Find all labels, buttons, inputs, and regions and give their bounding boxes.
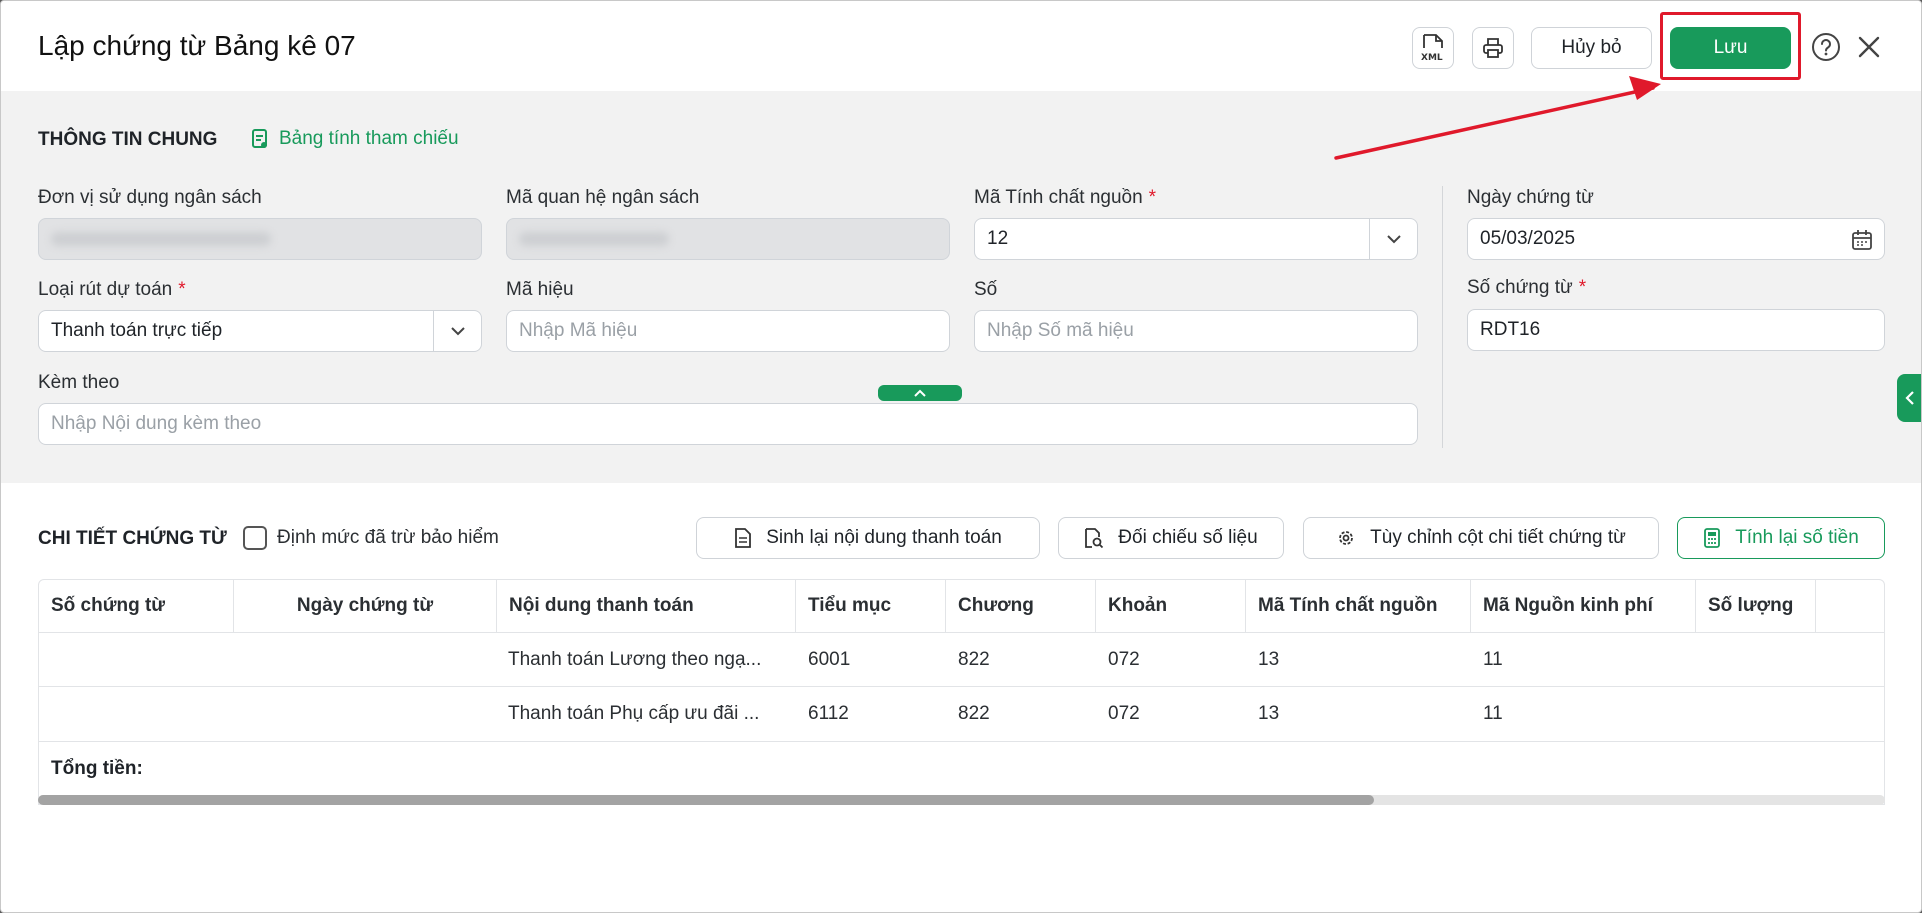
document-search-icon xyxy=(1085,528,1104,549)
insurance-deducted-option[interactable]: Định mức đã trừ bảo hiểm xyxy=(243,526,499,550)
table-row[interactable]: Thanh toán Phụ cấp ưu đãi ... 6112 822 0… xyxy=(39,687,1884,742)
regenerate-content-button[interactable]: Sinh lại nội dung thanh toán xyxy=(696,517,1040,559)
label-budget-unit: Đơn vị sử dụng ngân sách xyxy=(38,187,262,208)
attachment-input[interactable]: Nhập Nội dung kèm theo xyxy=(38,403,1418,445)
source-nature-dropdown-toggle[interactable] xyxy=(1369,219,1417,259)
source-nature-code-select[interactable]: 12 xyxy=(974,218,1418,260)
label-source-nature-code: Mã Tính chất nguồn * xyxy=(974,187,1157,208)
reference-sheet-label: Bảng tính tham chiếu xyxy=(279,128,459,149)
column-header[interactable]: Tiểu mục xyxy=(796,580,946,632)
regenerate-content-label: Sinh lại nội dung thanh toán xyxy=(766,527,1002,548)
table-cell: Thanh toán Lương theo ngạ... xyxy=(508,649,762,670)
column-header[interactable]: Mã Tính chất nguồn xyxy=(1246,580,1471,632)
voucher-date-input[interactable]: 05/03/2025 xyxy=(1467,218,1885,260)
dialog: Lập chứng từ Bảng kê 07 XML Hủy bỏ Lưu T… xyxy=(0,0,1922,913)
voucher-number-input[interactable]: RDT16 xyxy=(1467,309,1885,351)
withdrawal-type-dropdown-toggle[interactable] xyxy=(433,311,481,351)
table-cell: 072 xyxy=(1108,649,1140,670)
compare-data-button[interactable]: Đối chiếu số liệu xyxy=(1058,517,1284,559)
column-header[interactable]: Mã Nguồn kinh phí xyxy=(1471,580,1696,632)
table-cell: 11 xyxy=(1483,649,1503,670)
table-cell: 822 xyxy=(958,703,990,724)
withdrawal-type-value: Thanh toán trực tiếp xyxy=(51,320,223,341)
attachment-placeholder: Nhập Nội dung kèm theo xyxy=(51,413,262,434)
budget-relation-code-field xyxy=(506,218,950,260)
label-withdrawal-type: Loại rút dự toán * xyxy=(38,279,186,300)
column-header[interactable]: Số chứng từ xyxy=(39,580,234,632)
collapse-section-toggle[interactable] xyxy=(878,385,962,401)
insurance-deducted-checkbox[interactable] xyxy=(243,526,267,550)
table-cell xyxy=(1696,633,1816,687)
side-panel-toggle[interactable] xyxy=(1897,374,1921,422)
customize-columns-label: Tùy chỉnh cột chi tiết chứng từ xyxy=(1370,527,1626,548)
scrollbar-thumb[interactable] xyxy=(38,795,1374,805)
help-icon[interactable] xyxy=(1811,32,1841,62)
redacted-value xyxy=(519,232,669,246)
label-number: Số xyxy=(974,279,998,300)
label-voucher-number: Số chứng từ * xyxy=(1467,277,1587,298)
chevron-up-icon xyxy=(914,389,926,397)
table-cell xyxy=(234,633,496,687)
chevron-down-icon xyxy=(450,327,465,336)
table-cell: 072 xyxy=(1108,703,1140,724)
column-header[interactable]: Chương xyxy=(946,580,1096,632)
label-voucher-date: Ngày chứng từ xyxy=(1467,187,1594,208)
table-cell: 6112 xyxy=(808,703,849,724)
compare-data-label: Đối chiếu số liệu xyxy=(1118,527,1258,548)
voucher-detail-table: Số chứng từ Ngày chứng từ Nội dung thanh… xyxy=(38,579,1885,805)
voucher-date-value: 05/03/2025 xyxy=(1480,228,1576,249)
recalculate-amount-label: Tính lại số tiền xyxy=(1735,527,1859,548)
reference-sheet-icon xyxy=(252,129,267,148)
table-cell xyxy=(39,633,234,687)
detail-section-title: CHI TIẾT CHỨNG TỪ xyxy=(38,528,227,549)
chevron-left-icon xyxy=(1905,391,1914,405)
insurance-deducted-label: Định mức đã trừ bảo hiểm xyxy=(277,527,499,548)
table-cell: 6001 xyxy=(808,649,851,670)
gear-icon xyxy=(1339,531,1354,545)
table-cell: 822 xyxy=(958,649,990,670)
dialog-title: Lập chứng từ Bảng kê 07 xyxy=(38,30,356,61)
column-header[interactable]: Số lượng xyxy=(1696,580,1816,632)
close-icon[interactable] xyxy=(1854,32,1884,62)
table-total-label: Tổng tiền: xyxy=(51,758,143,779)
table-cell: 11 xyxy=(1483,703,1503,724)
number-input[interactable]: Nhập Số mã hiệu xyxy=(974,310,1418,352)
column-header[interactable]: Nội dung thanh toán xyxy=(496,580,796,632)
voucher-number-value: RDT16 xyxy=(1480,319,1541,340)
table-cell xyxy=(39,687,234,741)
calculator-icon xyxy=(1704,528,1721,548)
column-header[interactable]: Khoản xyxy=(1096,580,1246,632)
table-cell: Thanh toán Phụ cấp ưu đãi ... xyxy=(508,703,760,724)
general-info-title: THÔNG TIN CHUNG xyxy=(38,129,218,150)
label-attachment: Kèm theo xyxy=(38,372,120,393)
horizontal-scrollbar[interactable] xyxy=(38,795,1885,805)
customize-columns-button[interactable]: Tùy chỉnh cột chi tiết chứng từ xyxy=(1303,517,1659,559)
code-input[interactable]: Nhập Mã hiệu xyxy=(506,310,950,352)
save-highlight-box xyxy=(1660,12,1801,80)
code-placeholder: Nhập Mã hiệu xyxy=(519,320,638,341)
number-placeholder: Nhập Số mã hiệu xyxy=(987,320,1134,341)
table-header-row: Số chứng từ Ngày chứng từ Nội dung thanh… xyxy=(39,580,1884,633)
table-cell xyxy=(234,687,496,741)
calendar-icon[interactable] xyxy=(1850,228,1874,252)
withdrawal-type-select[interactable]: Thanh toán trực tiếp xyxy=(38,310,482,352)
budget-unit-field xyxy=(38,218,482,260)
label-budget-relation-code: Mã quan hệ ngân sách xyxy=(506,187,700,208)
recalculate-amount-button[interactable]: Tính lại số tiền xyxy=(1677,517,1885,559)
reference-sheet-link[interactable]: Bảng tính tham chiếu xyxy=(251,128,459,150)
table-cell: 13 xyxy=(1258,649,1280,670)
table-cell xyxy=(1696,687,1816,741)
label-code: Mã hiệu xyxy=(506,279,574,300)
table-row[interactable]: Thanh toán Lương theo ngạ... 6001 822 07… xyxy=(39,633,1884,687)
redacted-value xyxy=(51,232,271,246)
document-icon xyxy=(735,528,752,548)
annotation-arrow xyxy=(1334,76,1661,160)
column-divider xyxy=(1442,186,1443,448)
column-header[interactable]: Ngày chứng từ xyxy=(234,580,496,632)
table-cell: 13 xyxy=(1258,703,1280,724)
source-nature-code-value: 12 xyxy=(987,228,1009,249)
chevron-down-icon xyxy=(1386,235,1401,244)
